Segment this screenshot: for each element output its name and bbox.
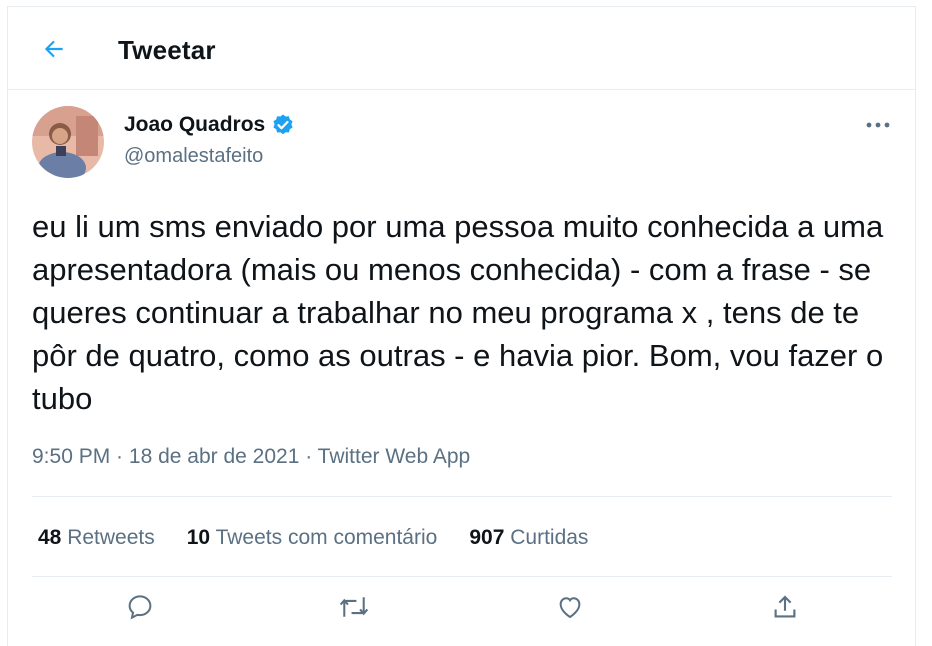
meta-separator-2: ·	[299, 445, 318, 468]
divider	[32, 576, 892, 577]
verified-badge-icon	[273, 114, 293, 135]
likes-count: 907	[469, 526, 505, 549]
retweets-label: Retweets	[67, 526, 155, 549]
meta-separator: ·	[110, 445, 129, 468]
retweets-count: 48	[38, 526, 62, 549]
likes-stat[interactable]: 907 Curtidas	[469, 526, 588, 550]
tweet-metadata: 9:50 PM · 18 de abr de 2021 · Twitter We…	[32, 445, 470, 469]
more-horizontal-icon	[866, 122, 890, 128]
quotes-stat[interactable]: 10 Tweets com comentário	[187, 526, 438, 550]
avatar[interactable]	[32, 106, 104, 178]
like-icon	[559, 597, 581, 619]
author-name[interactable]: Joao Quadros	[124, 113, 265, 137]
back-button[interactable]	[38, 33, 70, 65]
page-header: Tweetar	[8, 7, 915, 90]
tweet-date[interactable]: 18 de abr de 2021	[129, 445, 299, 468]
divider	[32, 496, 892, 497]
share-button[interactable]	[765, 592, 805, 632]
likes-label: Curtidas	[510, 526, 589, 549]
action-bar	[32, 592, 892, 632]
quotes-label: Tweets com comentário	[215, 526, 438, 549]
more-options-button[interactable]	[858, 110, 898, 140]
tweet-stats: 48 Retweets 10 Tweets com comentário 907…	[38, 526, 620, 550]
tweet-text: eu li um sms enviado por uma pessoa muit…	[32, 209, 884, 416]
tweet-time[interactable]: 9:50 PM	[32, 445, 110, 468]
page-title: Tweetar	[118, 35, 216, 65]
retweet-button[interactable]	[334, 592, 374, 632]
author-handle[interactable]: @omalestafeito	[124, 145, 263, 168]
arrow-left-icon	[44, 40, 63, 58]
like-button[interactable]	[550, 592, 590, 632]
reply-button[interactable]	[120, 592, 160, 632]
reply-icon	[128, 595, 152, 620]
retweet-icon	[339, 597, 369, 617]
quotes-count: 10	[186, 526, 211, 549]
author-name-row: Joao Quadros	[124, 113, 295, 137]
tweet-source[interactable]: Twitter Web App	[318, 445, 471, 468]
share-icon	[774, 595, 796, 618]
retweets-stat[interactable]: 48 Retweets	[38, 526, 155, 550]
